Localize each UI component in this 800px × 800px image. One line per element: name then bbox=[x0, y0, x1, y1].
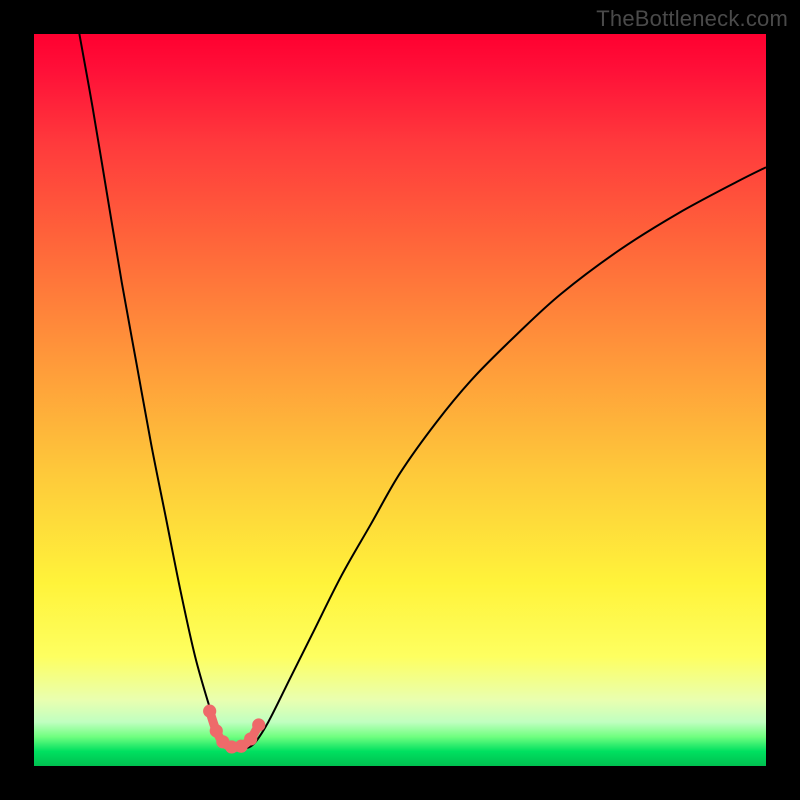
optimal-marker bbox=[244, 732, 257, 745]
optimal-marker bbox=[203, 705, 216, 718]
optimal-marker bbox=[252, 718, 265, 731]
optimal-marker bbox=[210, 724, 223, 737]
optimal-range-markers bbox=[203, 705, 265, 754]
watermark-text: TheBottleneck.com bbox=[596, 6, 788, 32]
chart-svg bbox=[34, 34, 766, 766]
chart-plot-area bbox=[34, 34, 766, 766]
bottleneck-curve bbox=[79, 34, 766, 749]
